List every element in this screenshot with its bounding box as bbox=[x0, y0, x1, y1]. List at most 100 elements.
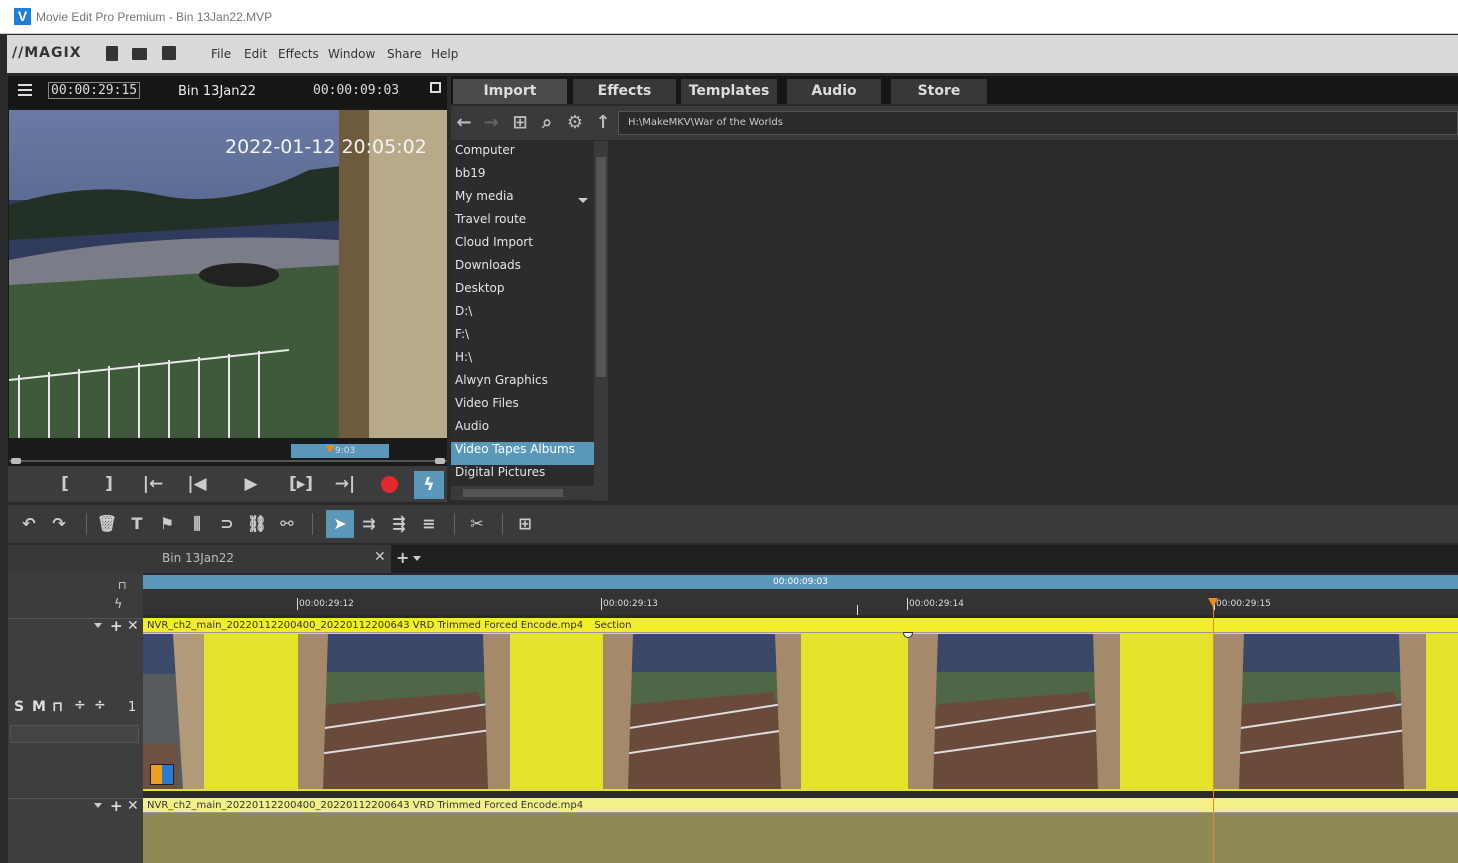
split-icon[interactable]: ⫼ bbox=[186, 513, 208, 535]
folder-item[interactable]: F:\ bbox=[451, 327, 594, 350]
maximize-preview-icon[interactable] bbox=[430, 82, 441, 93]
unlink-icon[interactable]: ⚯ bbox=[276, 513, 298, 535]
pointer-mode-icon[interactable]: ➤ bbox=[326, 510, 354, 538]
playhead-line[interactable] bbox=[1213, 601, 1214, 863]
link-icon[interactable]: ⛓ bbox=[246, 513, 268, 535]
scrub-handle-left[interactable] bbox=[11, 458, 21, 464]
ruler-range-bar[interactable]: 00:00:09:03 bbox=[143, 575, 1458, 589]
video-track-1[interactable]: NVR_ch2_main_20220112200400_202201122006… bbox=[143, 618, 1458, 791]
timecode-position[interactable]: 00:00:29:15 bbox=[48, 82, 141, 99]
scrub-bar[interactable]: 9:03 bbox=[9, 440, 447, 466]
record-button[interactable] bbox=[381, 476, 398, 493]
track-name-field[interactable] bbox=[10, 725, 139, 743]
gear-icon[interactable]: ⚙ bbox=[564, 113, 586, 133]
redo-icon[interactable]: ↷ bbox=[48, 513, 70, 535]
mix-mode-icon[interactable]: ≡ bbox=[418, 513, 440, 535]
save-icon[interactable] bbox=[162, 46, 176, 60]
remove-gap-icon[interactable]: ⊃ bbox=[216, 513, 238, 535]
open-folder-icon[interactable] bbox=[132, 48, 147, 60]
folder-item[interactable]: bb19 bbox=[451, 166, 594, 189]
folder-scrollbar[interactable] bbox=[594, 141, 608, 501]
go-to-out-button[interactable]: →| bbox=[330, 473, 360, 495]
close-icon[interactable]: ✕ bbox=[127, 798, 139, 814]
up-arrow-icon[interactable]: ↑ bbox=[592, 113, 614, 133]
mark-in-button[interactable]: [ bbox=[50, 473, 80, 495]
previous-frame-button[interactable]: |◀ bbox=[182, 473, 212, 495]
folder-hscrollbar[interactable] bbox=[451, 486, 594, 500]
folder-item-my-media[interactable]: My media bbox=[451, 189, 594, 212]
scrub-playhead-marker[interactable] bbox=[325, 445, 335, 453]
title-text-icon[interactable]: T bbox=[126, 513, 148, 535]
folder-item[interactable]: D:\ bbox=[451, 304, 594, 327]
add-track-icon[interactable]: + bbox=[110, 617, 123, 635]
lock-track-icon[interactable]: ⊓ bbox=[52, 699, 63, 715]
close-icon[interactable]: ✕ bbox=[127, 618, 139, 634]
search-icon[interactable]: ⌕ bbox=[536, 113, 558, 133]
tab-import[interactable]: Import bbox=[453, 79, 567, 104]
go-to-in-button[interactable]: |← bbox=[138, 473, 168, 495]
mute-button[interactable]: M bbox=[32, 699, 46, 715]
audio-track-2[interactable]: NVR_ch2_main_20220112200400_202201122006… bbox=[143, 798, 1458, 863]
clip-fx-badge[interactable] bbox=[150, 764, 174, 785]
folder-item[interactable]: Travel route bbox=[451, 212, 594, 235]
lock-icon[interactable]: ⊓ bbox=[118, 579, 127, 592]
folder-item[interactable]: Audio bbox=[451, 419, 594, 442]
volume-icon[interactable]: ÷ bbox=[74, 697, 86, 713]
new-file-icon[interactable] bbox=[106, 46, 118, 61]
folder-item[interactable]: Cloud Import bbox=[451, 235, 594, 258]
file-content-area[interactable] bbox=[608, 141, 1458, 501]
scrub-handle-right[interactable] bbox=[435, 458, 445, 464]
play-range-button[interactable]: [▸] bbox=[286, 473, 316, 495]
tab-templates[interactable]: Templates bbox=[681, 79, 777, 104]
hscrollbar-thumb[interactable] bbox=[463, 489, 563, 497]
tab-effects[interactable]: Effects bbox=[573, 79, 676, 104]
scrub-range[interactable]: 9:03 bbox=[291, 444, 389, 458]
play-button[interactable]: ▶ bbox=[236, 473, 266, 495]
path-field[interactable]: H:\MakeMKV\War of the Worlds bbox=[618, 111, 1458, 135]
add-tab-icon[interactable]: + bbox=[396, 548, 409, 567]
close-icon[interactable]: ✕ bbox=[374, 549, 386, 565]
tab-store[interactable]: Store bbox=[891, 79, 987, 104]
tab-bin[interactable]: Bin 13Jan22 ✕ bbox=[8, 545, 391, 573]
hamburger-menu-icon[interactable] bbox=[18, 84, 32, 96]
ripple-single-track-icon[interactable]: ⇉ bbox=[358, 513, 380, 535]
marker-flag-icon[interactable]: ⚑ bbox=[156, 513, 178, 535]
timeline-ruler[interactable]: 00:00:29:12 00:00:29:13 00:00:29:14 00:0… bbox=[143, 589, 1458, 615]
folder-item[interactable]: Computer bbox=[451, 143, 594, 166]
delete-icon[interactable]: 🗑 bbox=[96, 513, 118, 535]
chevron-down-icon[interactable] bbox=[413, 556, 421, 561]
chevron-down-icon[interactable] bbox=[94, 803, 102, 808]
opacity-icon[interactable]: ÷ bbox=[94, 697, 106, 713]
scrub-track[interactable] bbox=[9, 460, 447, 462]
folder-item[interactable]: H:\ bbox=[451, 350, 594, 373]
folder-item[interactable]: Alwyn Graphics bbox=[451, 373, 594, 396]
folder-item[interactable]: Video Files bbox=[451, 396, 594, 419]
insert-mode-icon[interactable]: ⊞ bbox=[514, 513, 536, 535]
forward-arrow-icon[interactable]: → bbox=[480, 113, 502, 133]
scrollbar-thumb[interactable] bbox=[596, 157, 606, 377]
tab-audio[interactable]: Audio bbox=[787, 79, 881, 104]
add-track-icon[interactable]: + bbox=[110, 797, 123, 815]
folder-item[interactable]: Downloads bbox=[451, 258, 594, 281]
chevron-down-icon[interactable] bbox=[94, 623, 102, 628]
mark-out-button[interactable]: ] bbox=[94, 473, 124, 495]
lightning-icon[interactable]: ϟ bbox=[114, 597, 123, 612]
ripple-all-tracks-icon[interactable]: ⇶ bbox=[388, 513, 410, 535]
menu-share[interactable]: Share bbox=[387, 47, 422, 61]
solo-button[interactable]: S bbox=[14, 699, 24, 715]
menu-effects[interactable]: Effects bbox=[278, 47, 319, 61]
folder-tree-icon[interactable]: ⊞ bbox=[509, 113, 531, 133]
cut-icon[interactable]: ✂ bbox=[466, 513, 488, 535]
clip-title-bar[interactable]: NVR_ch2_main_20220112200400_202201122006… bbox=[143, 798, 1458, 813]
back-arrow-icon[interactable]: ← bbox=[453, 113, 475, 133]
folder-item-selected[interactable]: Video Tapes Albums bbox=[451, 442, 594, 465]
folder-item[interactable]: Digital Pictures bbox=[451, 465, 594, 488]
menu-help[interactable]: Help bbox=[431, 47, 458, 61]
menu-window[interactable]: Window bbox=[328, 47, 375, 61]
menu-edit[interactable]: Edit bbox=[244, 47, 267, 61]
menu-file[interactable]: File bbox=[211, 47, 231, 61]
chevron-down-icon[interactable] bbox=[578, 198, 588, 203]
undo-icon[interactable]: ↶ bbox=[18, 513, 40, 535]
folder-item[interactable]: Desktop bbox=[451, 281, 594, 304]
lightning-mode-button[interactable]: ϟ bbox=[414, 471, 444, 499]
